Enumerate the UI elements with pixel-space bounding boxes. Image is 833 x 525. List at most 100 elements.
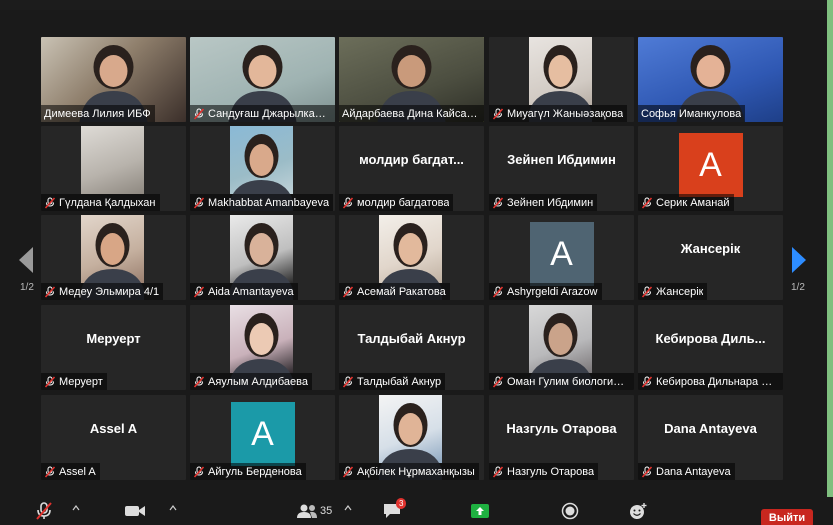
participant-name-label: Талдыбай Акнур <box>339 373 446 390</box>
participant-name: Жансерік <box>656 285 704 298</box>
participant-video <box>376 215 445 300</box>
participant-tile[interactable]: Makhabbat Amanbayeva <box>190 126 335 211</box>
participant-name: Оман Гулим биология ... <box>507 375 630 388</box>
microphone-muted-icon <box>44 285 56 298</box>
microphone-muted-icon <box>193 196 205 209</box>
participant-tile[interactable]: Айдарбаева Дина Кайсар... <box>339 37 484 122</box>
participant-tile[interactable]: Dana Antayeva Dana Antayeva <box>638 395 783 480</box>
participant-center-name: Assel A <box>89 421 138 436</box>
microphone-muted-icon <box>44 375 56 388</box>
participant-video <box>526 37 595 122</box>
participant-name-label: Зейнеп Ибдимин <box>489 194 598 211</box>
participant-name: Софья Иманкулова <box>641 107 742 120</box>
participant-tile[interactable]: Димеева Лилия ИБФ <box>41 37 186 122</box>
participant-name-label: Софья Иманкулова <box>638 105 746 122</box>
participant-center-name: Зейнеп Ибдимин <box>507 152 616 167</box>
meeting-toolbar: 35 3 <box>0 497 833 525</box>
share-screen-button[interactable] <box>470 501 490 521</box>
microphone-muted-icon <box>492 285 504 298</box>
participant-tile[interactable]: Сандуғаш Джарылкапо... <box>190 37 335 122</box>
participant-name-label: Медеу Эльмира 4/1 <box>41 283 164 300</box>
participant-name-label: Аяулым Алдибаева <box>190 373 312 390</box>
microphone-muted-icon <box>36 502 52 520</box>
microphone-muted-icon <box>492 375 504 388</box>
participant-tile[interactable]: A Айгуль Берденова <box>190 395 335 480</box>
participant-name: Талдыбай Акнур <box>357 375 442 388</box>
participant-name: Айдарбаева Дина Кайсар... <box>342 107 480 120</box>
video-button[interactable] <box>124 501 146 521</box>
participant-tile[interactable]: Талдыбай Акнур Талдыбай Акнур <box>339 305 484 390</box>
participant-name-label: Оман Гулим биология ... <box>489 373 634 390</box>
participant-center-name: Меруерт <box>86 331 141 346</box>
participant-name: Сандуғаш Джарылкапо... <box>208 107 331 120</box>
participant-tile[interactable]: Медеу Эльмира 4/1 <box>41 215 186 300</box>
reactions-button[interactable] <box>628 501 648 521</box>
participant-name: Гүлдана Қалдыхан <box>59 196 156 209</box>
participant-name: Димеева Лилия ИБФ <box>44 107 151 120</box>
participant-tile[interactable]: Assel A Assel A <box>41 395 186 480</box>
participant-video <box>81 126 144 194</box>
participant-name-label: Гүлдана Қалдыхан <box>41 194 160 211</box>
participant-tile[interactable]: Софья Иманкулова <box>638 37 783 122</box>
participant-name-label: Кебирова Дильнара Би... <box>638 373 783 390</box>
next-page-button[interactable] <box>789 240 809 280</box>
microphone-muted-icon <box>641 196 653 209</box>
participant-tile[interactable]: Aida Amantayeva <box>190 215 335 300</box>
participant-name: Dana Antayeva <box>656 465 731 478</box>
leave-meeting-button[interactable]: Выйти <box>761 509 813 525</box>
participant-tile[interactable]: Оман Гулим биология ... <box>489 305 634 390</box>
participant-center-name: Талдыбай Акнур <box>357 331 466 346</box>
participant-name: Assel A <box>59 465 96 478</box>
participant-tile[interactable]: Ақбілек Нұрмаханқызы <box>339 395 484 480</box>
mute-button[interactable] <box>34 501 54 521</box>
participant-name: Серик Аманай <box>656 196 730 209</box>
participant-name-label: Назгуль Отарова <box>489 463 599 480</box>
participant-center-name: Кебирова Диль... <box>655 331 766 346</box>
microphone-muted-icon <box>193 107 205 120</box>
participant-tile[interactable]: молдир багдат... молдир багдатова <box>339 126 484 211</box>
participant-tile[interactable]: Асемай Ракатова <box>339 215 484 300</box>
mute-options-caret-icon[interactable] <box>72 504 80 512</box>
previous-page-button[interactable] <box>16 240 36 280</box>
participant-name-label: Ақбілек Нұрмаханқызы <box>339 463 479 480</box>
participant-name: Aida Amantayeva <box>208 285 294 298</box>
participant-tile[interactable]: Миуагүл Жаныәзақова <box>489 37 634 122</box>
microphone-muted-icon <box>492 465 504 478</box>
page-indicator-right: 1/2 <box>791 282 805 293</box>
participant-video <box>227 126 296 211</box>
participant-tile[interactable]: Меруерт Меруерт <box>41 305 186 390</box>
chevron-left-icon <box>19 247 33 273</box>
participant-avatar: A <box>529 222 594 286</box>
participant-tile[interactable]: Жансерік Жансерік <box>638 215 783 300</box>
participant-name-label: Ashyrgeldi Arazow <box>489 283 602 300</box>
participant-tile[interactable]: Назгуль Отарова Назгуль Отарова <box>489 395 634 480</box>
participant-name: Ashyrgeldi Arazow <box>507 285 598 298</box>
participants-button[interactable]: 35 <box>296 501 332 521</box>
participant-name: Асемай Ракатова <box>357 285 446 298</box>
chevron-right-icon <box>792 247 806 273</box>
participant-tile[interactable]: Гүлдана Қалдыхан <box>41 126 186 211</box>
participants-options-caret-icon[interactable] <box>344 504 352 512</box>
microphone-muted-icon <box>641 375 653 388</box>
participant-name: Медеу Эльмира 4/1 <box>59 285 160 298</box>
participant-tile[interactable]: Зейнеп Ибдимин Зейнеп Ибдимин <box>489 126 634 211</box>
microphone-muted-icon <box>44 465 56 478</box>
participant-avatar: A <box>678 133 743 197</box>
participant-tile[interactable]: A Серик Аманай <box>638 126 783 211</box>
participant-center-name: Жансерік <box>680 241 741 256</box>
record-button[interactable] <box>561 501 579 521</box>
microphone-muted-icon <box>641 465 653 478</box>
microphone-muted-icon <box>342 465 354 478</box>
chat-button[interactable]: 3 <box>382 498 407 521</box>
microphone-muted-icon <box>342 196 354 209</box>
participant-tile[interactable]: Кебирова Диль... Кебирова Дильнара Би... <box>638 305 783 390</box>
participant-tile[interactable]: A Ashyrgeldi Arazow <box>489 215 634 300</box>
participant-tile[interactable]: Аяулым Алдибаева <box>190 305 335 390</box>
participant-name-label: Assel A <box>41 463 100 480</box>
video-options-caret-icon[interactable] <box>169 504 177 512</box>
participant-name: Назгуль Отарова <box>507 465 595 478</box>
participant-name-label: Жансерік <box>638 283 708 300</box>
participant-name-label: молдир багдатова <box>339 194 454 211</box>
participant-gallery: Димеева Лилия ИБФ Сандуғаш Джарылкапо... А… <box>41 37 784 482</box>
participant-name-label: Миуагүл Жаныәзақова <box>489 105 628 122</box>
